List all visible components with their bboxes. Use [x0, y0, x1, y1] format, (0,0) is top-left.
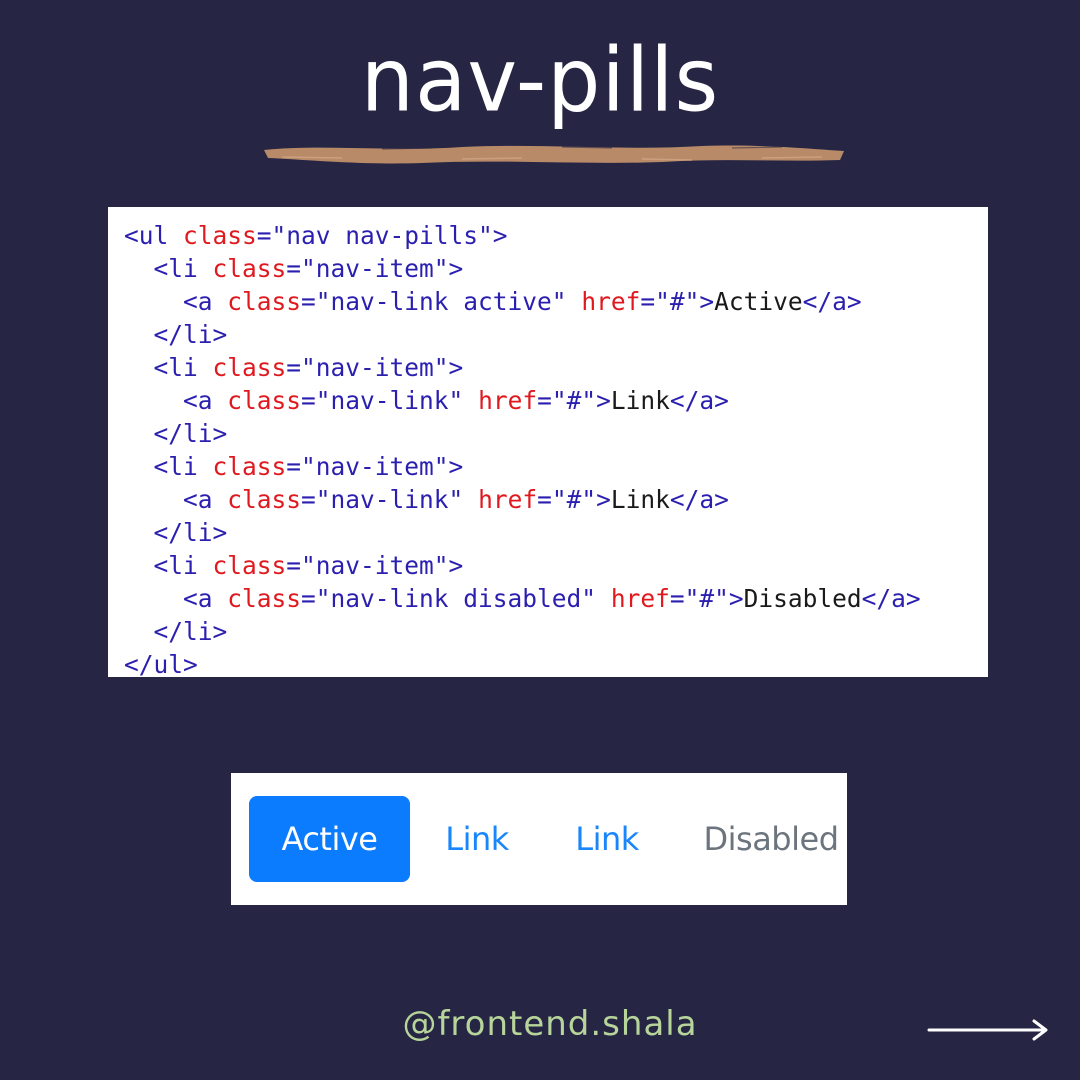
code-token: Link: [610, 386, 670, 415]
code-token: ="nav-item">: [286, 254, 464, 283]
code-token: </li>: [153, 419, 228, 448]
page-title: nav-pills: [360, 28, 720, 132]
nav-pills-preview: Active Link Link Disabled: [231, 773, 847, 905]
code-token: ="#">: [640, 287, 715, 316]
code-token: <a: [183, 386, 228, 415]
code-line: </ul>: [124, 648, 988, 677]
code-line: <li class="nav-item">: [124, 351, 988, 384]
right-arrow-icon[interactable]: [926, 1016, 1052, 1044]
code-token: Link: [610, 485, 670, 514]
code-token: <a: [183, 485, 228, 514]
code-token: </a>: [861, 584, 921, 613]
code-line: <a class="nav-link" href="#">Link</a>: [124, 483, 988, 516]
code-line: </li>: [124, 516, 988, 549]
code-token: </a>: [669, 386, 729, 415]
brush-underline: [264, 145, 844, 164]
code-token: <li: [153, 551, 213, 580]
code-line: <li class="nav-item">: [124, 549, 988, 582]
code-token: ="#">: [537, 386, 611, 415]
code-token: class: [227, 287, 302, 316]
code-line: <ul class="nav nav-pills">: [124, 219, 988, 252]
code-token: href: [478, 386, 538, 415]
code-token: href: [478, 485, 538, 514]
code-snippet: <ul class="nav nav-pills"> <li class="na…: [108, 207, 988, 677]
code-token: Active: [714, 287, 803, 316]
code-line: </li>: [124, 417, 988, 450]
code-token: <ul: [124, 221, 184, 250]
code-token: </li>: [153, 320, 228, 349]
code-token: </a>: [669, 485, 729, 514]
code-token: <a: [183, 584, 228, 613]
code-token: ="nav-link disabled": [301, 584, 611, 613]
code-token: class: [227, 386, 302, 415]
code-token: <li: [153, 452, 213, 481]
code-token: </a>: [802, 287, 862, 316]
code-token: Disabled: [743, 584, 862, 613]
code-token: ="#">: [537, 485, 611, 514]
code-token: <a: [183, 287, 228, 316]
code-token: ="nav-link active": [301, 287, 582, 316]
code-token: ="nav-link": [301, 386, 479, 415]
code-token: class: [212, 551, 287, 580]
nav-pill-link-2[interactable]: Link: [557, 796, 657, 882]
code-token: </ul>: [124, 650, 198, 677]
code-token: </li>: [153, 518, 228, 547]
code-token: class: [212, 353, 287, 382]
code-token: ="nav nav-pills">: [256, 221, 508, 250]
code-line: </li>: [124, 318, 988, 351]
code-line: <a class="nav-link" href="#">Link</a>: [124, 384, 988, 417]
code-token: class: [227, 485, 302, 514]
code-token: <li: [153, 254, 213, 283]
code-token: ="nav-link": [301, 485, 479, 514]
code-token: href: [610, 584, 670, 613]
author-handle: @frontend.shala: [402, 1004, 698, 1044]
code-token: href: [581, 287, 641, 316]
code-line: <li class="nav-item">: [124, 450, 988, 483]
code-token: <li: [153, 353, 213, 382]
code-line: <a class="nav-link disabled" href="#">Di…: [124, 582, 988, 615]
code-token: </li>: [153, 617, 228, 646]
code-token: ="nav-item">: [286, 551, 464, 580]
code-token: ="nav-item">: [286, 452, 464, 481]
code-token: class: [183, 221, 257, 250]
code-line: </li>: [124, 615, 988, 648]
code-token: ="#">: [669, 584, 744, 613]
nav-pill-link-1[interactable]: Link: [427, 796, 527, 882]
code-line: <a class="nav-link active" href="#">Acti…: [124, 285, 988, 318]
nav-pill-active[interactable]: Active: [249, 796, 410, 882]
nav-pill-disabled: Disabled: [703, 820, 839, 858]
code-token: class: [212, 254, 287, 283]
code-line: <li class="nav-item">: [124, 252, 988, 285]
code-token: class: [227, 584, 302, 613]
code-token: ="nav-item">: [286, 353, 464, 382]
code-token: class: [212, 452, 287, 481]
